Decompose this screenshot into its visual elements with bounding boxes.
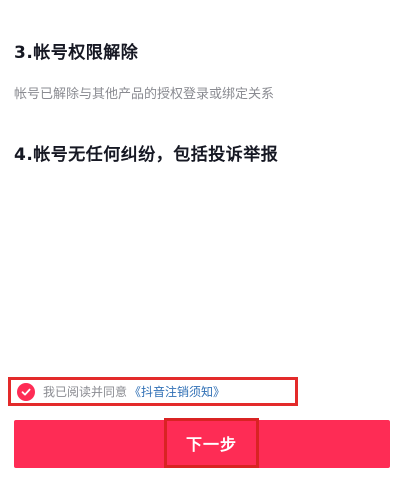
next-step-button[interactable]: 下一步 xyxy=(14,418,390,468)
next-step-highlight-box: 下一步 xyxy=(164,418,259,468)
section-title-permission-release: 3.帐号权限解除 xyxy=(14,43,139,63)
section-description-permission-release: 帐号已解除与其他产品的授权登录或绑定关系 xyxy=(14,87,275,102)
checkmark-circle-icon[interactable] xyxy=(17,382,35,401)
agreement-row[interactable]: 我已阅读并同意 《抖音注销须知》 xyxy=(8,377,298,406)
cancellation-notice-link[interactable]: 《抖音注销须知》 xyxy=(129,383,225,400)
agreement-text: 我已阅读并同意 xyxy=(43,385,128,399)
section-title-no-disputes: 4.帐号无任何纠纷，包括投诉举报 xyxy=(14,145,279,165)
next-step-label: 下一步 xyxy=(185,437,237,454)
